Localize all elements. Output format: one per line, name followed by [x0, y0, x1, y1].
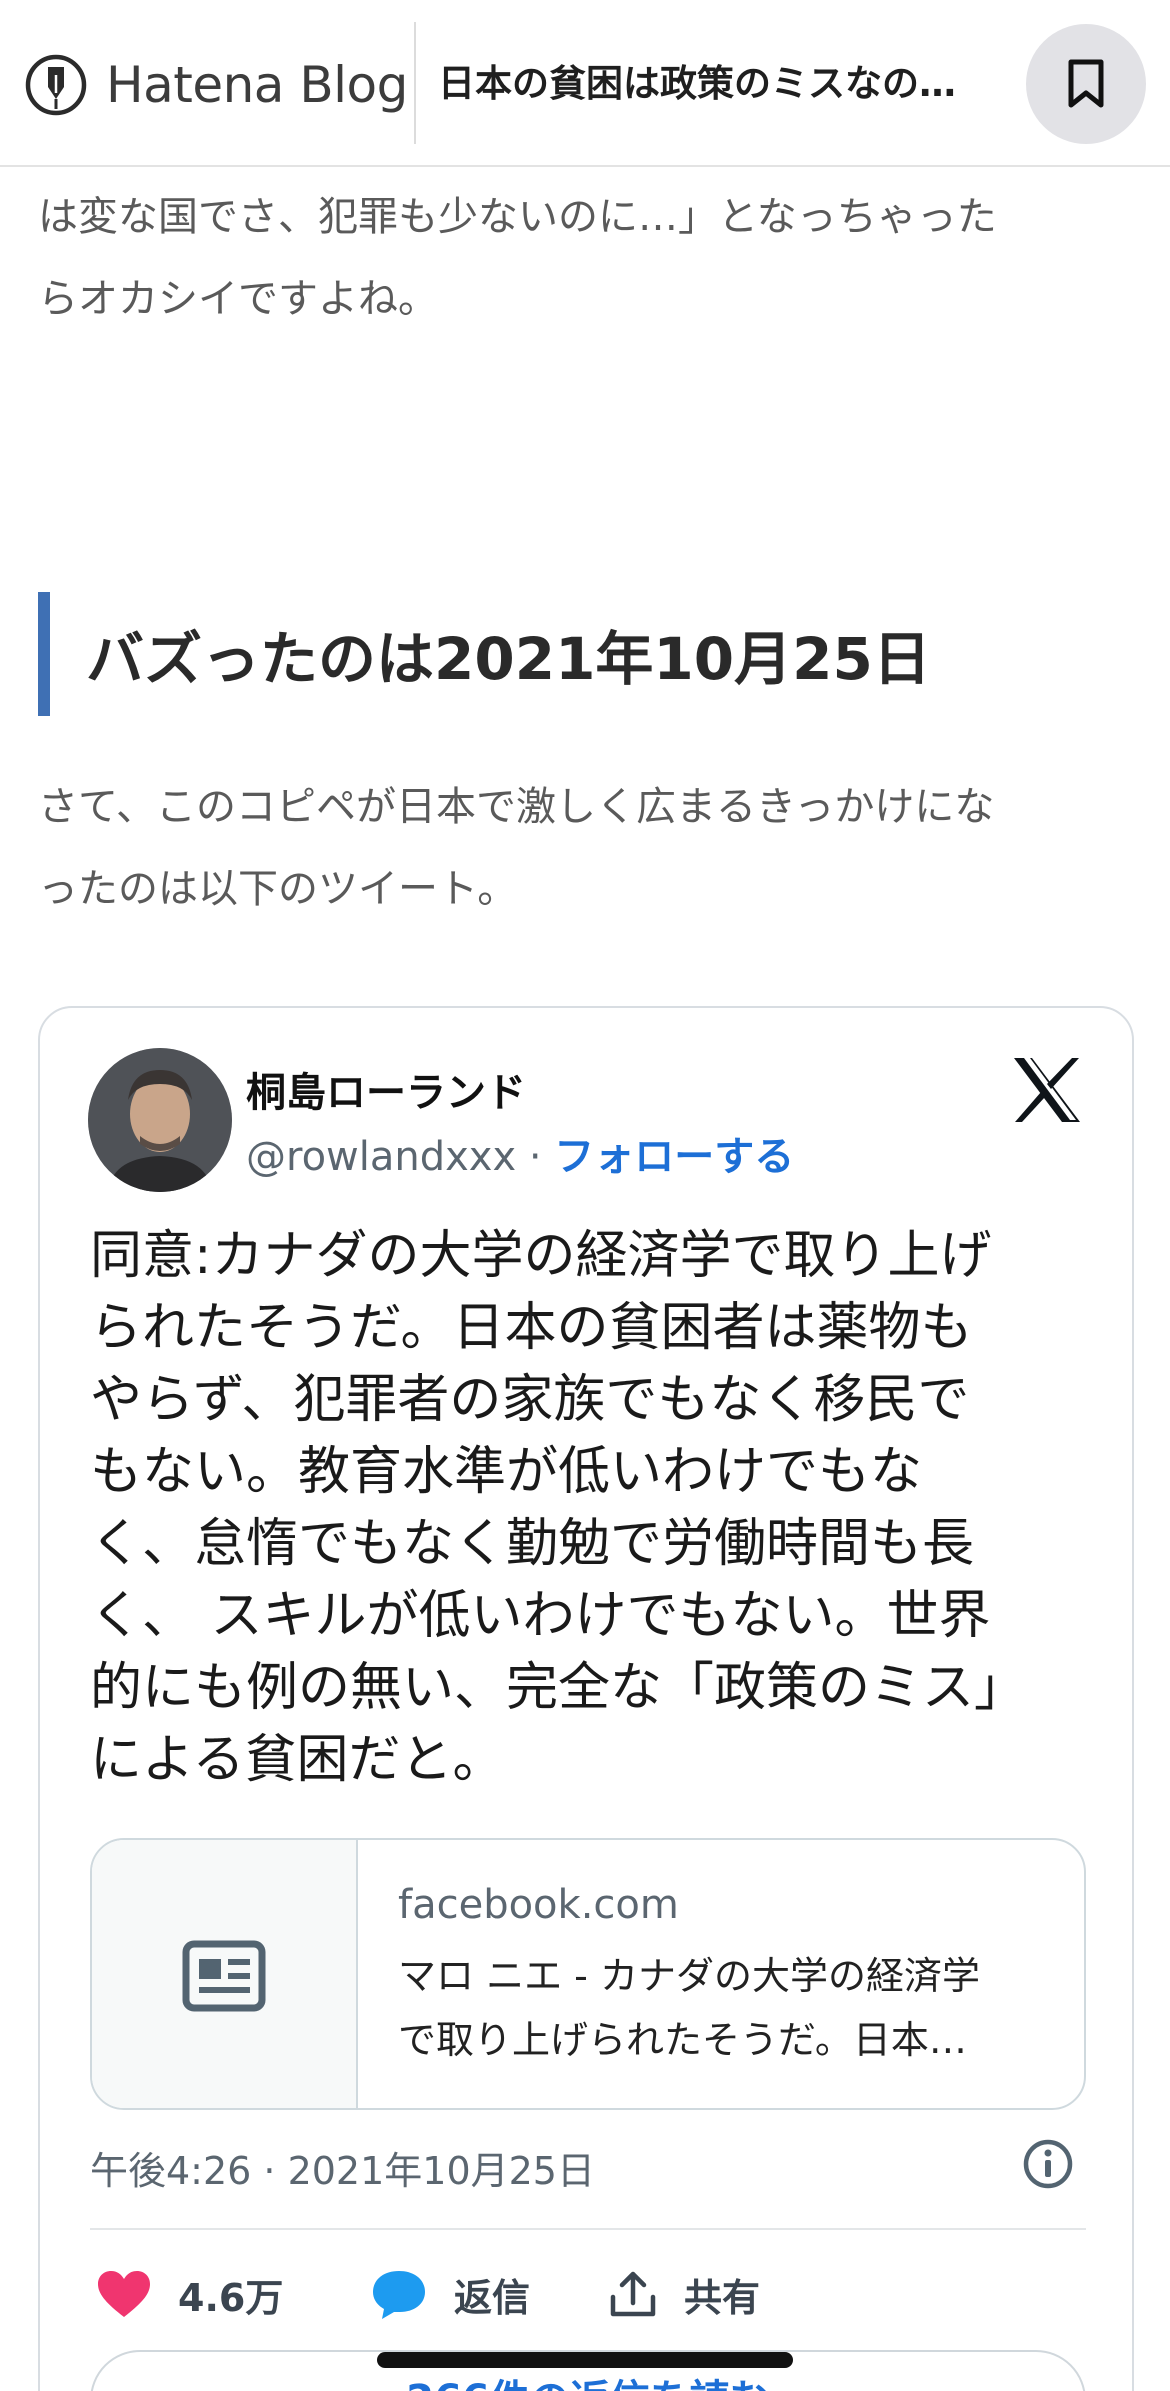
news-article-icon	[182, 1940, 266, 2012]
like-button[interactable]: 4.6万	[96, 2264, 283, 2324]
paragraph-line: らオカシイですよね。	[38, 276, 438, 322]
tweet-timestamp[interactable]: 午後4:26 · 2021年10月25日	[90, 2140, 595, 2195]
top-header: Hatena Blog 日本の貧困は政策のミスなの…	[0, 0, 1170, 167]
link-description: マロ ニエ - カナダの大学の経済学 で取り上げられたそうだ。日本…	[398, 1944, 1058, 2072]
like-count: 4.6万	[178, 2275, 284, 2320]
paragraph-line: ったのは以下のツイート。	[38, 866, 518, 912]
tweet-author-meta: @rowlandxxx · フォローする	[246, 1124, 794, 1182]
reply-label: 返信	[454, 2275, 531, 2320]
tweet-text-line: もない。教育水準が低いわけでもな	[90, 1442, 923, 1502]
reply-bubble-icon	[373, 2271, 425, 2319]
bookmark-button[interactable]	[1026, 24, 1146, 144]
section-heading: バズったのは2021年10月25日	[38, 592, 1138, 716]
logo-text: Hatena Blog	[106, 56, 408, 114]
tweet-text-line: 的にも例の無い、完全な「政策のミス」	[90, 1658, 1027, 1718]
tweet-text: 同意:カナダの大学の経済学で取り上げ られたそうだ。日本の貧困者は薬物も やらず…	[90, 1220, 1100, 1796]
section-heading-text: バズったのは2021年10月25日	[86, 625, 931, 693]
tweet-divider	[90, 2228, 1086, 2230]
follow-button[interactable]: フォローする	[554, 1134, 794, 1180]
share-label: 共有	[684, 2275, 761, 2320]
bookmark-icon	[1068, 59, 1104, 108]
meta-separator: ·	[516, 1134, 555, 1180]
article-paragraph: は変な国でさ、犯罪も少ないのに…」となっちゃった らオカシイですよね。	[38, 176, 1138, 340]
home-indicator[interactable]	[377, 2352, 793, 2368]
avatar[interactable]	[88, 1048, 232, 1192]
tweet-text-line: 同意:カナダの大学の経済学で取り上げ	[90, 1226, 992, 1286]
hatena-blog-logo[interactable]: Hatena Blog	[24, 50, 408, 120]
share-button[interactable]: 共有	[608, 2264, 760, 2324]
link-domain: facebook.com	[398, 1882, 679, 1928]
link-preview-card[interactable]: facebook.com マロ ニエ - カナダの大学の経済学 で取り上げられた…	[90, 1838, 1086, 2110]
tweet-text-line: く、怠惰でもなく勤勉で労働時間も長	[90, 1514, 975, 1574]
hatena-pen-icon	[25, 54, 87, 116]
link-description-line: マロ ニエ - カナダの大学の経済学	[398, 1954, 980, 1998]
paragraph-line: は変な国でさ、犯罪も少ないのに…」となっちゃった	[38, 194, 997, 240]
tweet-author-name[interactable]: 桐島ローランド	[246, 1060, 526, 1118]
header-divider	[414, 22, 416, 144]
heart-icon	[98, 2271, 150, 2317]
tweet-text-line: やらず、犯罪者の家族でもなく移民で	[90, 1370, 970, 1430]
info-icon[interactable]	[1022, 2138, 1074, 2190]
x-logo-icon[interactable]	[1010, 1056, 1084, 1124]
link-thumbnail	[92, 1840, 358, 2108]
tweet-text-line: く、 スキルが低いわけでもない。世界	[90, 1586, 991, 1646]
article-paragraph: さて、このコピペが日本で激しく広まるきっかけにな ったのは以下のツイート。	[38, 766, 1138, 930]
embedded-tweet[interactable]: 桐島ローランド @rowlandxxx · フォローする 同意:カナダの大学の経…	[38, 1006, 1134, 2391]
paragraph-line: さて、このコピペが日本で激しく広まるきっかけにな	[38, 784, 995, 830]
tweet-text-line: られたそうだ。日本の貧困者は薬物も	[90, 1298, 973, 1358]
reply-button[interactable]: 返信	[370, 2264, 530, 2324]
tweet-handle[interactable]: @rowlandxxx	[246, 1134, 516, 1180]
tweet-text-line: による貧困だと。	[90, 1730, 505, 1790]
share-icon	[610, 2271, 656, 2317]
link-description-line: で取り上げられたそうだ。日本…	[398, 2018, 967, 2062]
article-title[interactable]: 日本の貧困は政策のミスなの…	[438, 56, 998, 112]
